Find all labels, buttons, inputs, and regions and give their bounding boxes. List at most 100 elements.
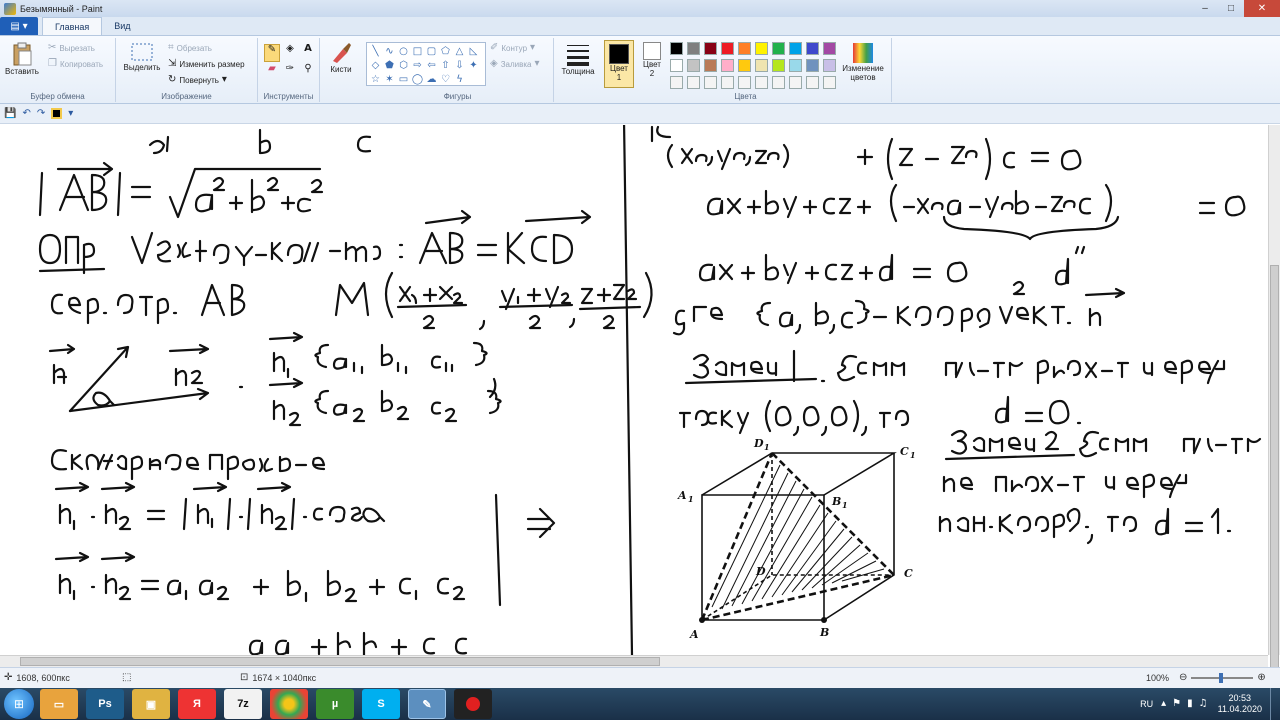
shapes-gallery[interactable]: ╲ ∿ ○ □ ▢ ⬠ △ ◺ ◇ ⬟ ⬡ ⇨ ⇦ ⇧ ⇩ ✦ ☆ ✶ ▭ ◯ … xyxy=(366,42,486,86)
right-triangle-shape-icon[interactable]: ◺ xyxy=(467,45,480,58)
palette-swatch[interactable] xyxy=(670,59,683,72)
crop-button[interactable]: ⌗ Обрезать xyxy=(168,43,212,53)
outline-dropdown[interactable]: ✐ Контур ▾ xyxy=(490,43,535,53)
arrow-up-shape-icon[interactable]: ⇧ xyxy=(439,59,452,72)
star6-shape-icon[interactable]: ✶ xyxy=(383,73,396,86)
custom-color-slot[interactable] xyxy=(687,76,700,89)
minimize-button[interactable]: – xyxy=(1192,0,1218,17)
rounded-rect-shape-icon[interactable]: ▢ xyxy=(425,45,438,58)
custom-color-slot[interactable] xyxy=(806,76,819,89)
palette-swatch[interactable] xyxy=(823,59,836,72)
drawing-canvas[interactable]: D1 C1 A1 B1 D C A B xyxy=(0,125,1268,655)
zoom-slider-thumb[interactable] xyxy=(1219,673,1224,683)
horizontal-scroll-thumb[interactable] xyxy=(20,657,660,666)
palette-swatch[interactable] xyxy=(738,59,751,72)
polygon-shape-icon[interactable]: ⬠ xyxy=(439,45,452,58)
copy-button[interactable]: ❐ Копировать xyxy=(48,59,103,69)
tab-view[interactable]: Вид xyxy=(102,17,142,35)
color2-button[interactable]: Цвет 2 xyxy=(638,42,666,78)
taskbar-paint-icon[interactable]: ✎ xyxy=(408,689,446,719)
maximize-button[interactable]: □ xyxy=(1218,0,1244,17)
volume-icon[interactable]: ♫ xyxy=(1199,699,1208,709)
tab-home[interactable]: Главная xyxy=(42,17,103,35)
custom-color-slot[interactable] xyxy=(789,76,802,89)
custom-color-slot[interactable] xyxy=(738,76,751,89)
edit-colors-button[interactable]: Изменение цветов xyxy=(836,42,890,82)
arrow-down-shape-icon[interactable]: ⇩ xyxy=(453,59,466,72)
oval-shape-icon[interactable]: ○ xyxy=(397,45,410,58)
zoom-out-icon[interactable]: ⊖ xyxy=(1179,673,1187,683)
hexagon-shape-icon[interactable]: ⬡ xyxy=(397,59,410,72)
redo-icon[interactable]: ↷ xyxy=(37,108,45,119)
palette-swatch[interactable] xyxy=(755,59,768,72)
color-picker-icon[interactable]: ✑ xyxy=(282,64,298,82)
language-indicator[interactable]: RU xyxy=(1140,699,1153,709)
taskbar-7zip-icon[interactable]: 7z xyxy=(224,689,262,719)
fill-icon[interactable]: ◈ xyxy=(282,44,298,62)
paint-app-icon[interactable] xyxy=(4,2,16,15)
custom-color-slot[interactable] xyxy=(721,76,734,89)
palette-swatch[interactable] xyxy=(704,59,717,72)
diamond-shape-icon[interactable]: ◇ xyxy=(369,59,382,72)
arrow-left-shape-icon[interactable]: ⇦ xyxy=(425,59,438,72)
custom-color-slot[interactable] xyxy=(823,76,836,89)
rectangle-shape-icon[interactable]: □ xyxy=(411,45,424,58)
taskbar-explorer-icon[interactable]: ▭ xyxy=(40,689,78,719)
taskbar-utorrent-icon[interactable]: µ xyxy=(316,689,354,719)
zoom-in-icon[interactable]: ⊕ xyxy=(1257,673,1265,683)
palette-swatch[interactable] xyxy=(772,42,785,55)
curve-shape-icon[interactable]: ∿ xyxy=(383,45,396,58)
tray-arrow-icon[interactable]: ▴ xyxy=(1161,699,1166,709)
palette-swatch[interactable] xyxy=(789,42,802,55)
palette-swatch[interactable] xyxy=(806,42,819,55)
custom-color-slot[interactable] xyxy=(670,76,683,89)
select-button[interactable]: Выделить xyxy=(120,41,164,72)
palette-swatch[interactable] xyxy=(806,59,819,72)
chevron-down-icon[interactable]: ▾ xyxy=(68,108,73,119)
brushes-button[interactable]: Кисти xyxy=(324,41,358,74)
taskbar-recorder-icon[interactable] xyxy=(454,689,492,719)
taskbar-photoshop-icon[interactable]: Ps xyxy=(86,689,124,719)
palette-swatch[interactable] xyxy=(789,59,802,72)
star4-shape-icon[interactable]: ✦ xyxy=(467,59,480,72)
pencil-icon[interactable]: ✎ xyxy=(264,44,280,62)
palette-swatch[interactable] xyxy=(670,42,683,55)
lightning-shape-icon[interactable]: ϟ xyxy=(453,73,466,86)
magnifier-icon[interactable]: ⚲ xyxy=(300,64,316,82)
callout-rect-shape-icon[interactable]: ▭ xyxy=(397,73,410,86)
pentagon-shape-icon[interactable]: ⬟ xyxy=(383,59,396,72)
arrow-right-shape-icon[interactable]: ⇨ xyxy=(411,59,424,72)
taskbar-yandex-icon[interactable]: Я xyxy=(178,689,216,719)
palette-swatch[interactable] xyxy=(704,42,717,55)
eraser-icon[interactable]: ▰ xyxy=(264,64,280,82)
palette-swatch[interactable] xyxy=(823,42,836,55)
text-icon[interactable]: A xyxy=(300,44,316,62)
callout-oval-shape-icon[interactable]: ◯ xyxy=(411,73,424,86)
taskbar-chrome-icon[interactable] xyxy=(270,689,308,719)
color-quick-swatch[interactable] xyxy=(51,108,63,119)
custom-color-slot[interactable] xyxy=(772,76,785,89)
network-icon[interactable]: ▮ xyxy=(1187,699,1193,709)
show-desktop-button[interactable] xyxy=(1270,688,1280,720)
palette-swatch[interactable] xyxy=(721,59,734,72)
triangle-shape-icon[interactable]: △ xyxy=(453,45,466,58)
paste-button[interactable]: Вставить xyxy=(4,41,40,76)
vertical-scrollbar[interactable] xyxy=(1268,125,1280,720)
undo-icon[interactable]: ↶ xyxy=(22,108,30,119)
size-button[interactable]: Толщина xyxy=(558,41,598,76)
resize-button[interactable]: ⇲ Изменить размер xyxy=(168,59,245,69)
rotate-button[interactable]: ↻ Повернуть ▾ xyxy=(168,75,227,85)
custom-color-slot[interactable] xyxy=(704,76,717,89)
star5-shape-icon[interactable]: ☆ xyxy=(369,73,382,86)
clock[interactable]: 20:53 11.04.2020 xyxy=(1218,693,1262,715)
start-button[interactable]: ⊞ xyxy=(4,689,34,719)
palette-swatch[interactable] xyxy=(738,42,751,55)
close-button[interactable]: ✕ xyxy=(1244,0,1280,17)
taskbar-skype-icon[interactable]: S xyxy=(362,689,400,719)
zoom-slider[interactable] xyxy=(1191,673,1254,683)
fill-dropdown[interactable]: ◈ Заливка ▾ xyxy=(490,59,540,69)
save-icon[interactable]: 💾 xyxy=(4,108,16,119)
tray-flag-icon[interactable]: ⚑ xyxy=(1172,699,1181,709)
file-menu-button[interactable]: ▤ ▾ xyxy=(0,17,38,35)
custom-color-slot[interactable] xyxy=(755,76,768,89)
